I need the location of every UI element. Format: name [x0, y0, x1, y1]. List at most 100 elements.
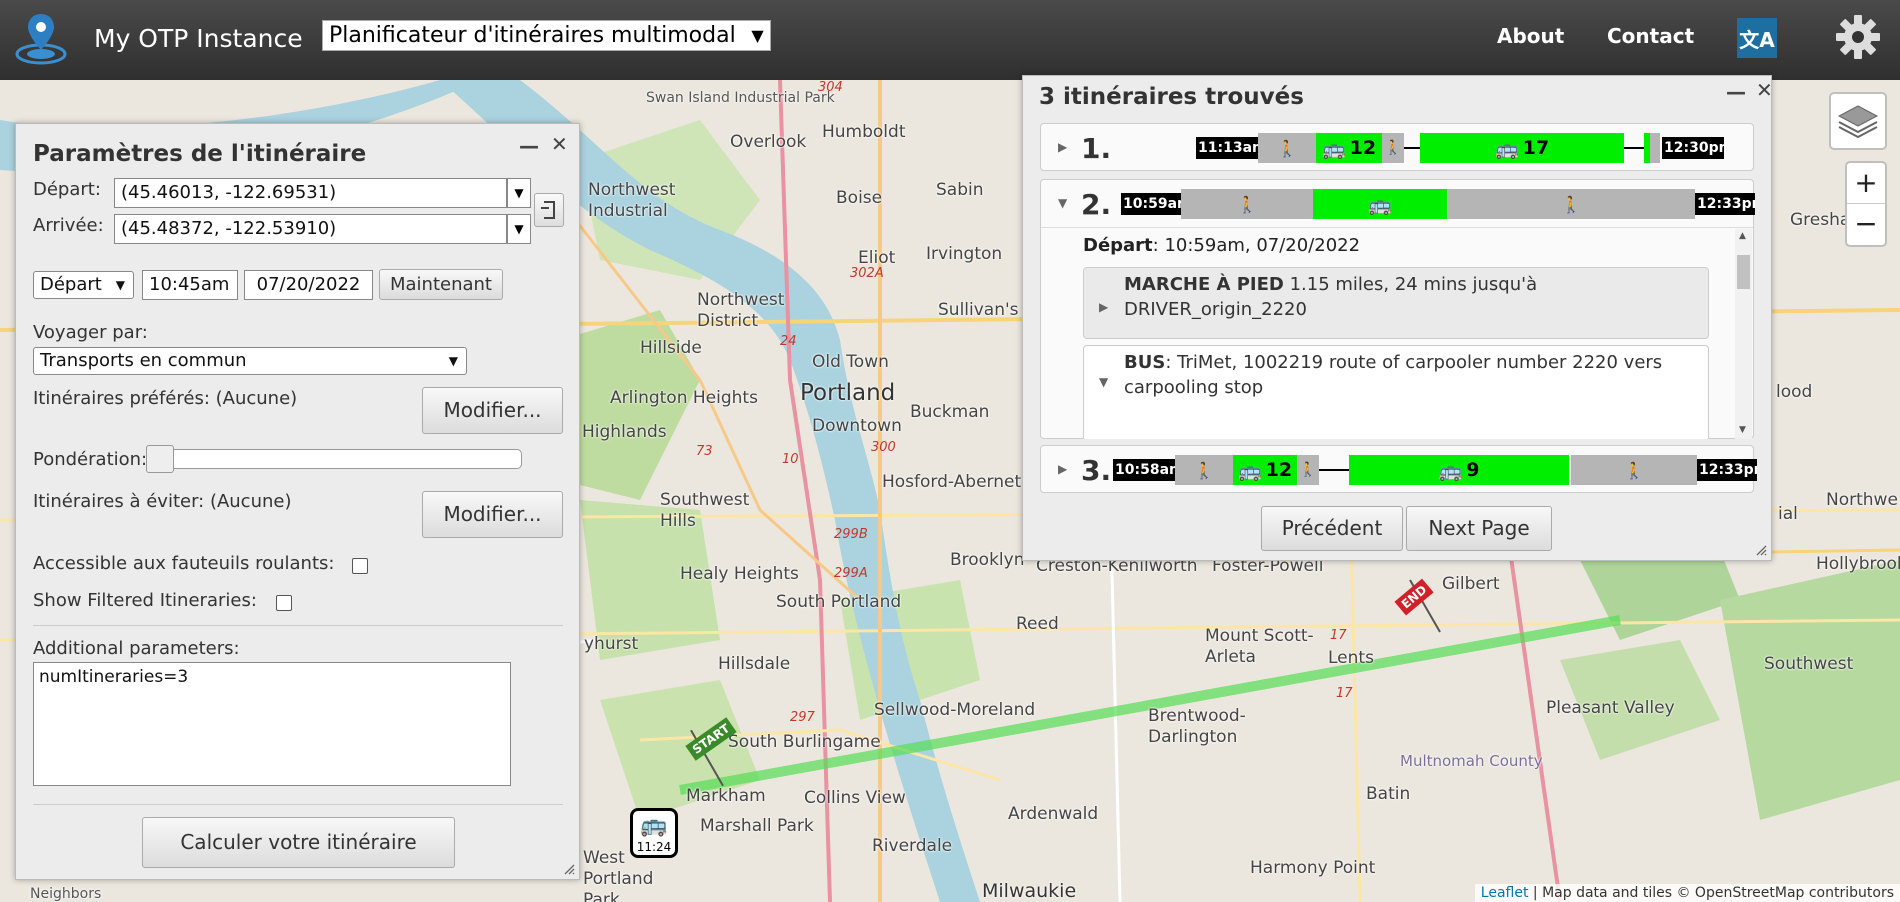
map-label: Sellwood-Moreland — [874, 700, 1036, 720]
itinerary-number: 3. — [1081, 454, 1112, 487]
resize-handle-icon[interactable] — [563, 863, 575, 875]
itinerary-start-time: 11:13am — [1196, 137, 1258, 159]
start-flag[interactable]: START — [680, 717, 740, 788]
previous-page-button[interactable]: Précédent — [1261, 506, 1403, 551]
otp-logo-icon[interactable] — [14, 12, 68, 66]
bus-leg-detail[interactable]: ▼ BUS: TriMet, 1002219 route of carpoole… — [1083, 345, 1709, 439]
map-label: Old Town — [812, 352, 889, 372]
itinerary-2-details: Départ: 10:59am, 07/20/2022 ▶ MARCHE À P… — [1041, 229, 1753, 439]
map-label: Harmony Point — [1250, 858, 1376, 878]
planner-mode-select[interactable]: Planificateur d'itinéraires multimodal ▼ — [322, 20, 771, 51]
map-label: Northwest District — [697, 290, 785, 331]
layers-icon — [1837, 105, 1879, 139]
end-flag[interactable]: END — [1394, 572, 1454, 642]
additional-params-label: Additional parameters: — [33, 638, 240, 659]
weight-slider[interactable] — [150, 449, 522, 469]
nav-contact-link[interactable]: Contact — [1607, 24, 1694, 48]
leaflet-link[interactable]: Leaflet — [1481, 885, 1529, 901]
zoom-control: + − — [1845, 161, 1887, 247]
plan-trip-button[interactable]: Calculer votre itinéraire — [142, 817, 455, 868]
bus-icon: 🚌 — [1321, 137, 1346, 160]
additional-params-textarea[interactable]: numItineraries=3 — [33, 662, 511, 786]
walk-leg: 🚶 — [1297, 455, 1319, 485]
map-label: Buckman — [910, 402, 990, 422]
next-page-button[interactable]: Next Page — [1406, 506, 1552, 551]
caret-down-icon: ▼ — [1058, 196, 1068, 210]
map-label: Portland — [800, 380, 896, 406]
minimize-icon[interactable]: — — [519, 134, 539, 158]
walk-leg-detail[interactable]: ▶ MARCHE À PIED 1.15 miles, 24 mins jusq… — [1083, 267, 1709, 339]
map-label: Irvington — [926, 244, 1003, 264]
details-scrollbar[interactable]: ▲ ▼ — [1735, 229, 1752, 439]
show-filtered-checkbox[interactable] — [276, 595, 292, 611]
map-label: Marshall Park — [700, 816, 814, 836]
itinerary-number: 1. — [1081, 132, 1112, 165]
bus-vehicle-marker[interactable]: 🚌 11:24 — [630, 808, 678, 858]
layers-button[interactable] — [1829, 92, 1887, 150]
planner-mode-value: Planificateur d'itinéraires multimodal — [329, 23, 736, 48]
wheelchair-checkbox[interactable] — [352, 558, 368, 574]
show-filtered-label: Show Filtered Itineraries: — [33, 590, 257, 611]
itinerary-3-header[interactable]: ▶ 3. 10:58am 🚶 🚌12 🚶 🚌9 🚶 12:33pm — [1040, 445, 1757, 493]
weight-label: Pondération: — [33, 449, 148, 470]
arrive-dropdown-icon[interactable]: ▼ — [507, 214, 531, 244]
walk-icon: 🚶 — [1624, 460, 1644, 480]
map-label: Reed — [1016, 614, 1059, 634]
modify-avoid-button[interactable]: Modifier... — [422, 491, 563, 538]
caret-right-icon: ▶ — [1099, 300, 1109, 314]
map-label: Downtown — [812, 416, 902, 436]
time-input[interactable]: 10:45am — [142, 270, 238, 300]
walk-icon: 🚶 — [1384, 140, 1402, 156]
itinerary-2-header[interactable]: ▼ 2. 10:59am 🚶 🚌 🚶 12:33pm — [1041, 180, 1755, 228]
walk-icon: 🚶 — [1299, 462, 1317, 478]
map-label: South Burlingame — [728, 732, 881, 752]
itinerary-1-header[interactable]: ▶ 1. 11:13am 🚶 🚌12 🚶 🚌17 12:30pm — [1040, 123, 1754, 171]
nav-about-link[interactable]: About — [1497, 24, 1564, 48]
map-label: Arlington Heights — [610, 388, 758, 408]
map-label: Markham — [686, 786, 766, 806]
minimize-icon[interactable]: — — [1726, 80, 1746, 104]
map-label: Highlands — [582, 422, 667, 442]
map-label: Hosford-Abernet — [882, 472, 1022, 492]
map-label: Hillsdale — [718, 654, 791, 674]
time-mode-select[interactable]: Départ ▼ — [33, 271, 134, 299]
close-icon[interactable]: ✕ — [551, 132, 568, 156]
map-label: Lents — [1328, 648, 1374, 668]
map-label: Swan Island Industrial Park — [646, 90, 835, 106]
map-label: Hollybrook — [1816, 554, 1900, 574]
arrive-input[interactable]: (45.48372, -122.53910) — [114, 214, 507, 244]
bus-route-number: 9 — [1466, 459, 1480, 481]
avoid-routes-label: Itinéraires à éviter: (Aucune) — [33, 491, 292, 512]
wait-line — [1319, 469, 1349, 471]
bus-icon: 🚌 — [1368, 193, 1392, 216]
travel-mode-select[interactable]: Transports en commun ▼ — [33, 347, 467, 375]
map-label: ial — [1778, 504, 1798, 524]
swap-locations-icon[interactable] — [534, 193, 564, 227]
close-icon[interactable]: ✕ — [1756, 78, 1773, 102]
preferred-routes-label: Itinéraires préférés: (Aucune) — [33, 388, 298, 409]
now-button[interactable]: Maintenant — [379, 269, 503, 300]
map-label: Northwe — [1826, 490, 1898, 510]
itinerary-end-time: 12:30pm — [1662, 137, 1724, 159]
map-label: Multnomah County — [1400, 752, 1543, 770]
map-label: Brentwood-Darlington — [1148, 706, 1246, 747]
language-icon[interactable]: 文A — [1737, 18, 1777, 58]
itineraries-title: 3 itinéraires trouvés — [1039, 84, 1304, 110]
map-label: yhurst — [584, 634, 639, 654]
modify-preferred-button[interactable]: Modifier... — [422, 387, 563, 434]
date-input[interactable]: 07/20/2022 — [244, 270, 373, 300]
zoom-out-button[interactable]: − — [1847, 204, 1885, 245]
resize-handle-icon[interactable] — [1755, 544, 1767, 556]
panel-title: Paramètres de l'itinéraire — [33, 141, 367, 167]
scroll-down-icon[interactable]: ▼ — [1739, 425, 1746, 435]
zoom-in-button[interactable]: + — [1847, 163, 1885, 204]
weight-slider-handle[interactable] — [146, 445, 174, 473]
bus-leg: 🚌 12 — [1233, 455, 1297, 485]
scrollbar-thumb[interactable] — [1737, 255, 1750, 289]
bus-leg: 🚌 17 — [1420, 133, 1624, 163]
scroll-up-icon[interactable]: ▲ — [1739, 231, 1746, 241]
gear-icon[interactable] — [1835, 14, 1881, 60]
depart-dropdown-icon[interactable]: ▼ — [507, 178, 531, 208]
walk-icon: 🚶 — [1277, 138, 1297, 158]
depart-input[interactable]: (45.46013, -122.69531) — [114, 178, 507, 208]
